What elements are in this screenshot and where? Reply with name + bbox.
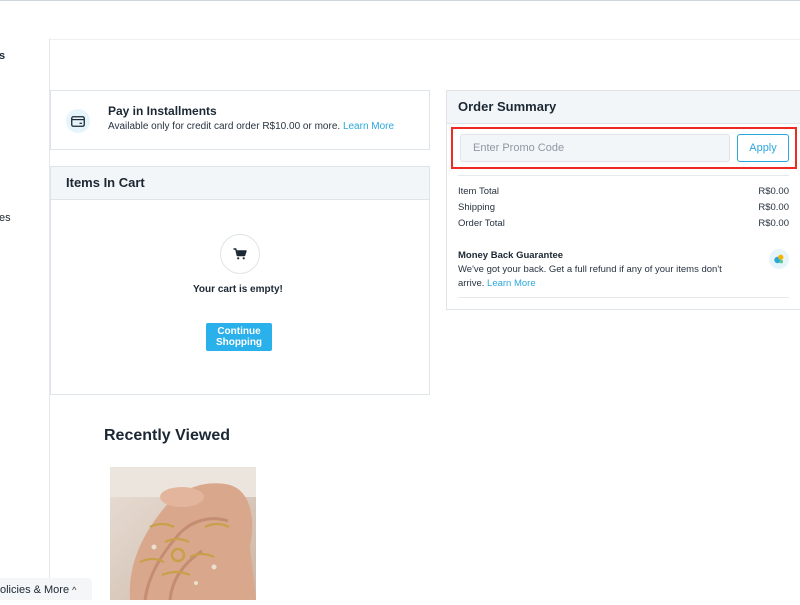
summary-bottom-divider <box>458 297 789 298</box>
top-bar <box>0 0 800 40</box>
installments-learn-more-link[interactable]: Learn More <box>343 121 394 132</box>
summary-row-order-total: Order Total R$0.00 <box>458 218 789 229</box>
recently-viewed-product-image[interactable] <box>110 467 256 601</box>
recently-viewed-heading: Recently Viewed <box>104 427 230 444</box>
installments-title: Pay in Installments <box>108 104 217 118</box>
summary-row-label: Shipping <box>458 202 495 213</box>
cart-heading: Items In Cart <box>51 167 429 200</box>
shopping-cart-icon <box>220 234 260 274</box>
sidebar: s es <box>0 38 50 600</box>
money-back-text-block: We've got your back. Get a full refund i… <box>458 263 738 291</box>
summary-row-label: Order Total <box>458 218 505 229</box>
summary-row-value: R$0.00 <box>758 202 789 213</box>
summary-row-item-total: Item Total R$0.00 <box>458 186 789 197</box>
guarantee-badge-icon <box>769 249 789 269</box>
summary-row-shipping: Shipping R$0.00 <box>458 202 789 213</box>
promo-highlight-frame: Apply <box>451 127 797 169</box>
summary-row-label: Item Total <box>458 186 500 197</box>
policies-label: olicies & More <box>0 584 70 596</box>
summary-row-value: R$0.00 <box>758 218 789 229</box>
cart-empty-message: Your cart is empty! <box>193 284 283 295</box>
summary-row-value: R$0.00 <box>758 186 789 197</box>
money-back-learn-more-link[interactable]: Learn More <box>487 278 536 289</box>
promo-code-input[interactable] <box>460 134 730 162</box>
chevron-up-icon: ^ <box>72 585 77 595</box>
sidebar-item-mid[interactable]: es <box>0 212 11 224</box>
installments-text: Available only for credit card order R$1… <box>108 121 341 132</box>
credit-card-icon <box>66 109 90 133</box>
apply-promo-button[interactable]: Apply <box>737 134 789 162</box>
summary-divider <box>458 175 789 176</box>
continue-shopping-button[interactable]: Continue Shopping <box>206 323 272 351</box>
installments-text-row: Available only for credit card order R$1… <box>108 121 394 132</box>
policies-more-toggle[interactable]: olicies & More ^ <box>0 578 92 600</box>
cart-card: Items In Cart Your cart is empty! Contin… <box>50 166 430 395</box>
sidebar-item-top[interactable]: s <box>0 50 5 62</box>
money-back-title: Money Back Guarantee <box>458 250 564 261</box>
order-summary-card: Order Summary Apply Item Total R$0.00 Sh… <box>446 90 800 310</box>
order-summary-heading: Order Summary <box>447 91 800 124</box>
installments-card: Pay in Installments Available only for c… <box>50 90 430 150</box>
